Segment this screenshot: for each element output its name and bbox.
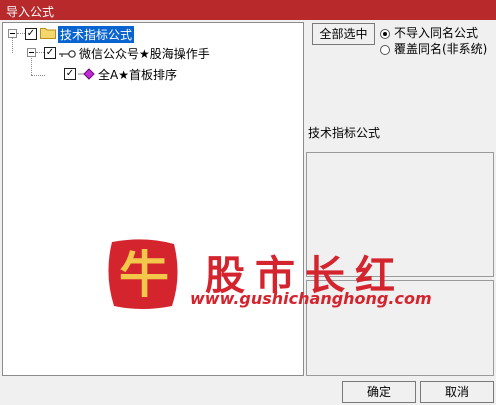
group-checkbox[interactable]: ✓: [44, 47, 56, 59]
window-title: 导入公式: [6, 5, 55, 19]
tree-item-label[interactable]: 全A★首板排序: [98, 66, 177, 83]
tree-connector: [31, 75, 45, 76]
tree-connector: [36, 52, 44, 53]
formula-tree[interactable]: ✓ 技术指标公式 ✓ 微信公众号★股海操作手 ✓ 全A★首板排序: [2, 22, 304, 376]
folder-icon: [40, 27, 56, 39]
radio-overwrite[interactable]: 覆盖同名(非系统): [380, 41, 487, 57]
watermark-logo: 牛: [104, 236, 184, 312]
radio-overwrite-label: 覆盖同名(非系统): [394, 42, 488, 56]
tree-group-label[interactable]: 微信公众号★股海操作手: [79, 45, 210, 62]
radio-no-import-label: 不导入同名公式: [394, 26, 479, 40]
radio-no-import-dot[interactable]: [380, 28, 390, 39]
info-header: 技术指标公式: [308, 126, 381, 140]
watermark-url: www.gushichanghong.com: [190, 289, 432, 308]
root-checkbox[interactable]: ✓: [25, 28, 37, 40]
tree-connector: [31, 55, 32, 75]
watermark-logo-glyph: 牛: [119, 245, 169, 304]
cancel-button[interactable]: 取消: [420, 381, 494, 403]
tree-connector: [12, 37, 13, 53]
collapse-toggle[interactable]: [8, 29, 17, 38]
radio-no-import[interactable]: 不导入同名公式: [380, 25, 478, 41]
item-checkbox[interactable]: ✓: [64, 68, 76, 80]
select-all-button[interactable]: 全部选中: [312, 23, 375, 45]
radio-overwrite-dot[interactable]: [380, 44, 390, 55]
key-icon: [59, 48, 77, 58]
ok-button[interactable]: 确定: [342, 381, 416, 403]
formula-diamond-icon: [78, 68, 96, 80]
tree-root-label[interactable]: 技术指标公式: [58, 26, 135, 43]
title-bar: 导入公式: [0, 0, 496, 20]
collapse-toggle[interactable]: [27, 48, 36, 57]
